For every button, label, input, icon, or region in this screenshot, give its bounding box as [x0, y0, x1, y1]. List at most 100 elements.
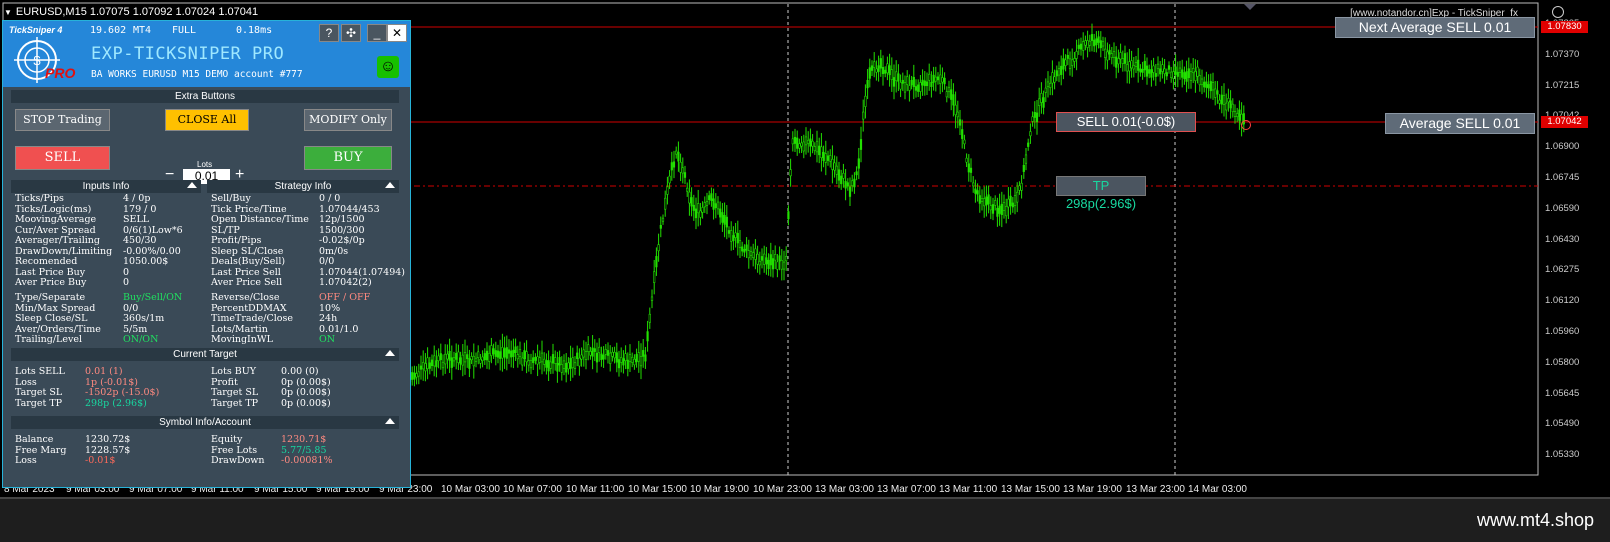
info-key: Equity: [211, 434, 243, 445]
symbol-info-header[interactable]: Symbol Info/Account: [11, 416, 399, 429]
info-row: Open Distance/Time 12p/1500: [211, 214, 405, 226]
candle-body: [879, 58, 882, 69]
candle-body: [558, 357, 561, 366]
time-tick-label: 13 Mar 23:00: [1126, 484, 1185, 495]
candle-body: [666, 186, 669, 195]
collapse-up-icon[interactable]: [187, 182, 197, 188]
candle-body: [554, 357, 557, 364]
candle-body: [635, 354, 638, 363]
candle-body: [708, 195, 711, 201]
collapse-up-icon[interactable]: [385, 182, 395, 188]
candle-body: [1209, 81, 1212, 92]
candle-body: [888, 65, 891, 76]
candle-body: [954, 104, 957, 116]
time-tick-label: 10 Mar 19:00: [690, 484, 749, 495]
candle-body: [589, 351, 592, 356]
candle-body: [441, 361, 445, 369]
sell-button[interactable]: SELL: [15, 146, 110, 170]
candle-body: [1185, 71, 1188, 82]
info-key: Type/Separate: [15, 292, 86, 303]
candle-body: [730, 230, 733, 242]
strategy-info-header[interactable]: Strategy Info: [207, 180, 399, 193]
candle-body: [417, 371, 420, 377]
average-sell-label[interactable]: Average SELL 0.01: [1385, 113, 1535, 134]
info-value: -0.00081%: [281, 455, 333, 466]
candle-body: [866, 79, 869, 89]
info-value: 298p (2.96$): [85, 397, 147, 409]
close-all-button[interactable]: CLOSE All: [165, 109, 249, 131]
info-key: Reverse/Close: [211, 292, 280, 303]
collapse-up-icon[interactable]: [385, 350, 395, 356]
stat-latency: 0.18ms: [236, 25, 273, 36]
candle-body: [976, 190, 979, 195]
info-row: TimeTrade/Close 24h: [211, 313, 370, 325]
price-tick-label: 1.05330: [1545, 449, 1580, 461]
candle-body: [573, 362, 577, 369]
candle-body: [1134, 62, 1138, 67]
help-button[interactable]: ?: [319, 24, 339, 42]
minimize-button[interactable]: _: [367, 24, 387, 42]
time-tick-label: 13 Mar 03:00: [815, 484, 874, 495]
candle-body: [855, 171, 858, 176]
candle-body: [1227, 98, 1230, 103]
candle-body: [851, 180, 854, 186]
take-profit-label[interactable]: TP 298p(2.96$): [1056, 176, 1146, 211]
modify-only-button[interactable]: MODIFY Only: [304, 109, 392, 131]
candle-body: [835, 165, 838, 175]
candle-body: [811, 140, 814, 147]
price-tick-label: 1.05645: [1545, 387, 1580, 399]
candle-body: [983, 198, 986, 207]
candle-body: [1170, 71, 1173, 78]
info-key: Target TP: [211, 397, 259, 409]
candle-body: [1233, 111, 1237, 117]
candle-body: [490, 345, 493, 356]
pin-button[interactable]: ✣: [341, 24, 361, 42]
candle-body: [1099, 40, 1102, 49]
chart-menu-arrow-icon[interactable]: ▼: [4, 8, 12, 17]
extra-buttons-header: Extra Buttons: [11, 90, 399, 103]
price-tick-label: 1.05490: [1545, 418, 1580, 430]
candle-body: [1172, 71, 1175, 79]
close-button[interactable]: ✕: [387, 24, 407, 42]
price-tick-label: 1.06275: [1545, 264, 1580, 276]
candle-body: [448, 350, 451, 361]
candle-body: [815, 140, 819, 153]
candle-body: [987, 194, 990, 205]
candle-body: [538, 357, 541, 363]
collapse-up-icon[interactable]: [385, 418, 395, 424]
candle-body: [525, 351, 528, 363]
info-key: Deals(Buy/Sell): [211, 256, 286, 267]
buy-button[interactable]: BUY: [304, 146, 392, 170]
current-target-header[interactable]: Current Target: [11, 348, 399, 361]
candle-body: [1176, 71, 1179, 77]
candle-body: [734, 232, 737, 238]
chart-symbol-quote: EURUSD,M15 1.07075 1.07092 1.07024 1.070…: [15, 6, 259, 18]
sell-order-label[interactable]: SELL 0.01(-0.0$): [1056, 112, 1196, 132]
candle-body: [655, 256, 658, 268]
info-key: Open Distance/Time: [211, 214, 309, 225]
candle-body: [1000, 203, 1003, 216]
candle-body: [437, 355, 440, 362]
candle-body: [791, 138, 794, 145]
candle-body: [947, 86, 951, 93]
candle-body: [529, 359, 533, 369]
candle-body: [591, 347, 594, 357]
candle-body: [941, 77, 944, 83]
candle-body: [474, 357, 478, 362]
stop-trading-button[interactable]: STOP Trading: [15, 109, 110, 131]
candle-body: [798, 143, 801, 149]
candle-body: [1137, 59, 1140, 71]
candle-body: [1115, 56, 1118, 68]
logo-badge: PRO: [45, 65, 76, 81]
candle-body: [1225, 102, 1228, 111]
info-key: Target SL: [211, 387, 259, 398]
info-row: Target SL 0p (0.00$): [211, 387, 331, 399]
candle-body: [1181, 69, 1184, 78]
candle-body: [844, 180, 847, 189]
next-average-sell-label[interactable]: Next Average SELL 0.01: [1335, 17, 1535, 38]
candle-body: [910, 80, 913, 86]
inputs-info-header[interactable]: Inputs Info: [11, 180, 201, 193]
candle-body: [1049, 83, 1052, 88]
candle-body: [1196, 66, 1199, 77]
candle-body: [435, 360, 438, 368]
